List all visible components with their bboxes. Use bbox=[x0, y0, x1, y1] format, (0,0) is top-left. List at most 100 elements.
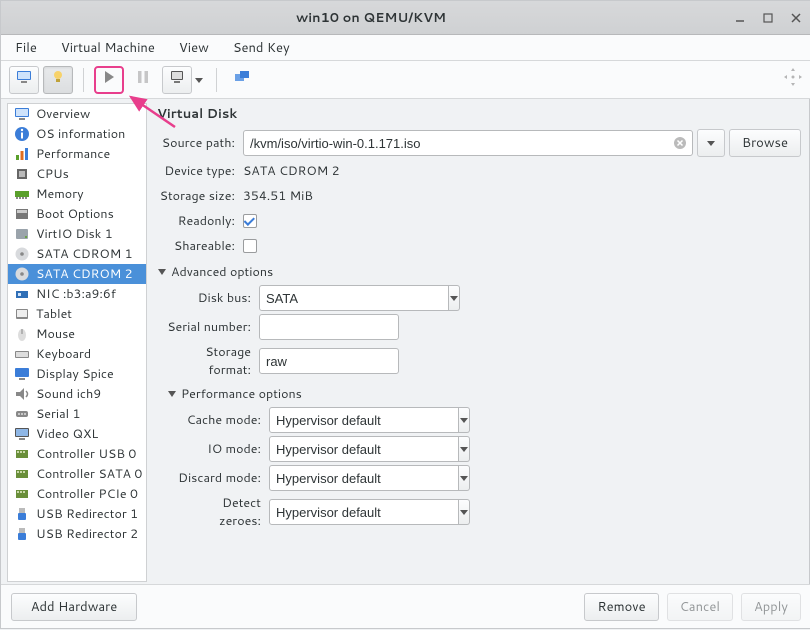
sidebar-item[interactable]: USB Redirector 1 bbox=[8, 504, 146, 524]
sidebar-item[interactable]: Controller USB 0 bbox=[8, 444, 146, 464]
browse-button[interactable]: Browse bbox=[729, 129, 801, 157]
sidebar-item[interactable]: USB Redirector 2 bbox=[8, 524, 146, 544]
details-view-button[interactable] bbox=[43, 66, 73, 94]
discard-mode-label: Discard mode: bbox=[177, 469, 269, 487]
device-type-label: Device type: bbox=[157, 162, 243, 180]
sidebar-item-label: Serial 1 bbox=[36, 405, 80, 423]
sidebar-item-label: OS information bbox=[36, 125, 125, 143]
chevron-down-icon[interactable] bbox=[459, 436, 470, 462]
menu-send-key[interactable]: Send Key bbox=[227, 37, 296, 59]
chevron-down-icon[interactable] bbox=[459, 499, 470, 525]
sidebar-item-label: Mouse bbox=[36, 325, 75, 343]
hardware-sidebar[interactable]: Overview OS information PerformanceCPUsMem… bbox=[7, 103, 147, 582]
disk-bus-combo[interactable] bbox=[259, 285, 409, 311]
sidebar-item[interactable]: Display Spice bbox=[8, 364, 146, 384]
cdrom-icon bbox=[14, 246, 30, 262]
readonly-checkbox[interactable] bbox=[243, 214, 257, 228]
toolbar bbox=[1, 61, 810, 99]
window-title: win10 on QEMU/KVM bbox=[9, 9, 733, 27]
sidebar-item-label: Performance bbox=[36, 145, 110, 163]
source-path-dropdown[interactable] bbox=[697, 129, 725, 157]
io-mode-input[interactable] bbox=[269, 436, 459, 462]
chevron-down-icon[interactable] bbox=[449, 285, 460, 311]
shutdown-menu-caret[interactable] bbox=[192, 75, 206, 85]
disk-icon bbox=[14, 226, 30, 242]
sidebar-item-label: VirtIO Disk 1 bbox=[36, 225, 113, 243]
power-icon bbox=[169, 69, 185, 90]
sidebar-item-label: USB Redirector 1 bbox=[36, 505, 138, 523]
monitor-icon bbox=[16, 69, 32, 90]
sidebar-item[interactable]: Serial 1 bbox=[8, 404, 146, 424]
storage-size-value: 354.51 MiB bbox=[243, 187, 313, 205]
sound-icon bbox=[14, 386, 30, 402]
sidebar-item-label: Overview bbox=[36, 105, 90, 123]
cache-mode-combo[interactable] bbox=[269, 407, 419, 433]
detect-zeroes-combo[interactable] bbox=[269, 499, 419, 525]
monitor-icon bbox=[14, 106, 30, 122]
sidebar-item-label: Display Spice bbox=[36, 365, 114, 383]
sidebar-item-label: NIC :b3:a9:6f bbox=[36, 285, 116, 303]
sidebar-item-label: Sound ich9 bbox=[36, 385, 101, 403]
detect-zeroes-input[interactable] bbox=[269, 499, 459, 525]
menu-view[interactable]: View bbox=[173, 37, 215, 59]
discard-mode-combo[interactable] bbox=[269, 465, 419, 491]
sidebar-item-label: Video QXL bbox=[36, 425, 98, 443]
sidebar-item[interactable]: Controller PCIe 0 bbox=[8, 484, 146, 504]
sidebar-item[interactable]: Boot Options bbox=[8, 204, 146, 224]
apply-button[interactable]: Apply bbox=[741, 593, 801, 621]
storage-format-label: Storage format: bbox=[167, 343, 259, 379]
minimize-button[interactable] bbox=[733, 11, 747, 25]
cache-mode-input[interactable] bbox=[269, 407, 459, 433]
video-icon bbox=[14, 426, 30, 442]
chart-icon bbox=[14, 146, 30, 162]
maximize-button[interactable] bbox=[761, 11, 775, 25]
pause-button[interactable] bbox=[128, 66, 158, 94]
sidebar-item[interactable]: Controller SATA 0 bbox=[8, 464, 146, 484]
sidebar-item[interactable]: CPUs bbox=[8, 164, 146, 184]
remove-button[interactable]: Remove bbox=[584, 593, 658, 621]
io-mode-combo[interactable] bbox=[269, 436, 419, 462]
console-view-button[interactable] bbox=[9, 66, 39, 94]
footer: Add Hardware Remove Cancel Apply bbox=[1, 584, 810, 628]
sidebar-item[interactable]: NIC :b3:a9:6f bbox=[8, 284, 146, 304]
cdrom-icon bbox=[14, 266, 30, 282]
sidebar-item[interactable]: Keyboard bbox=[8, 344, 146, 364]
sidebar-item[interactable]: Video QXL bbox=[8, 424, 146, 444]
move-grip-icon bbox=[783, 67, 803, 92]
shareable-checkbox[interactable] bbox=[243, 239, 257, 253]
performance-options-expander[interactable]: Performance options bbox=[167, 385, 801, 403]
sidebar-item[interactable]: Memory bbox=[8, 184, 146, 204]
shareable-label: Shareable: bbox=[157, 237, 243, 255]
shutdown-button[interactable] bbox=[162, 66, 192, 94]
menu-virtual-machine[interactable]: Virtual Machine bbox=[55, 37, 161, 59]
sidebar-item[interactable]: SATA CDROM 1 bbox=[8, 244, 146, 264]
clear-icon[interactable] bbox=[671, 134, 689, 152]
disk-bus-input[interactable] bbox=[259, 285, 449, 311]
sidebar-item[interactable]: Performance bbox=[8, 144, 146, 164]
sidebar-item[interactable]: Sound ich9 bbox=[8, 384, 146, 404]
serial-icon bbox=[14, 406, 30, 422]
snapshots-icon bbox=[234, 69, 250, 90]
sidebar-item[interactable]: SATA CDROM 2 bbox=[8, 264, 146, 284]
close-button[interactable] bbox=[789, 11, 803, 25]
menu-file[interactable]: File bbox=[9, 37, 43, 59]
source-path-input[interactable] bbox=[243, 130, 693, 156]
discard-mode-input[interactable] bbox=[269, 465, 459, 491]
sidebar-item[interactable]: OS information bbox=[8, 124, 146, 144]
storage-format-input[interactable] bbox=[259, 348, 399, 374]
sidebar-item[interactable]: Overview bbox=[8, 104, 146, 124]
sidebar-item[interactable]: Mouse bbox=[8, 324, 146, 344]
snapshots-button[interactable] bbox=[227, 66, 257, 94]
sidebar-item-label: USB Redirector 2 bbox=[36, 525, 138, 543]
controller-icon bbox=[14, 486, 30, 502]
advanced-options-expander[interactable]: Advanced options bbox=[157, 263, 801, 281]
serial-number-input[interactable] bbox=[259, 314, 399, 340]
cancel-button[interactable]: Cancel bbox=[667, 593, 733, 621]
titlebar: win10 on QEMU/KVM bbox=[1, 1, 810, 35]
run-button[interactable] bbox=[94, 66, 124, 94]
chevron-down-icon[interactable] bbox=[459, 407, 470, 433]
sidebar-item[interactable]: Tablet bbox=[8, 304, 146, 324]
sidebar-item[interactable]: VirtIO Disk 1 bbox=[8, 224, 146, 244]
chevron-down-icon[interactable] bbox=[459, 465, 470, 491]
add-hardware-button[interactable]: Add Hardware bbox=[11, 593, 137, 621]
